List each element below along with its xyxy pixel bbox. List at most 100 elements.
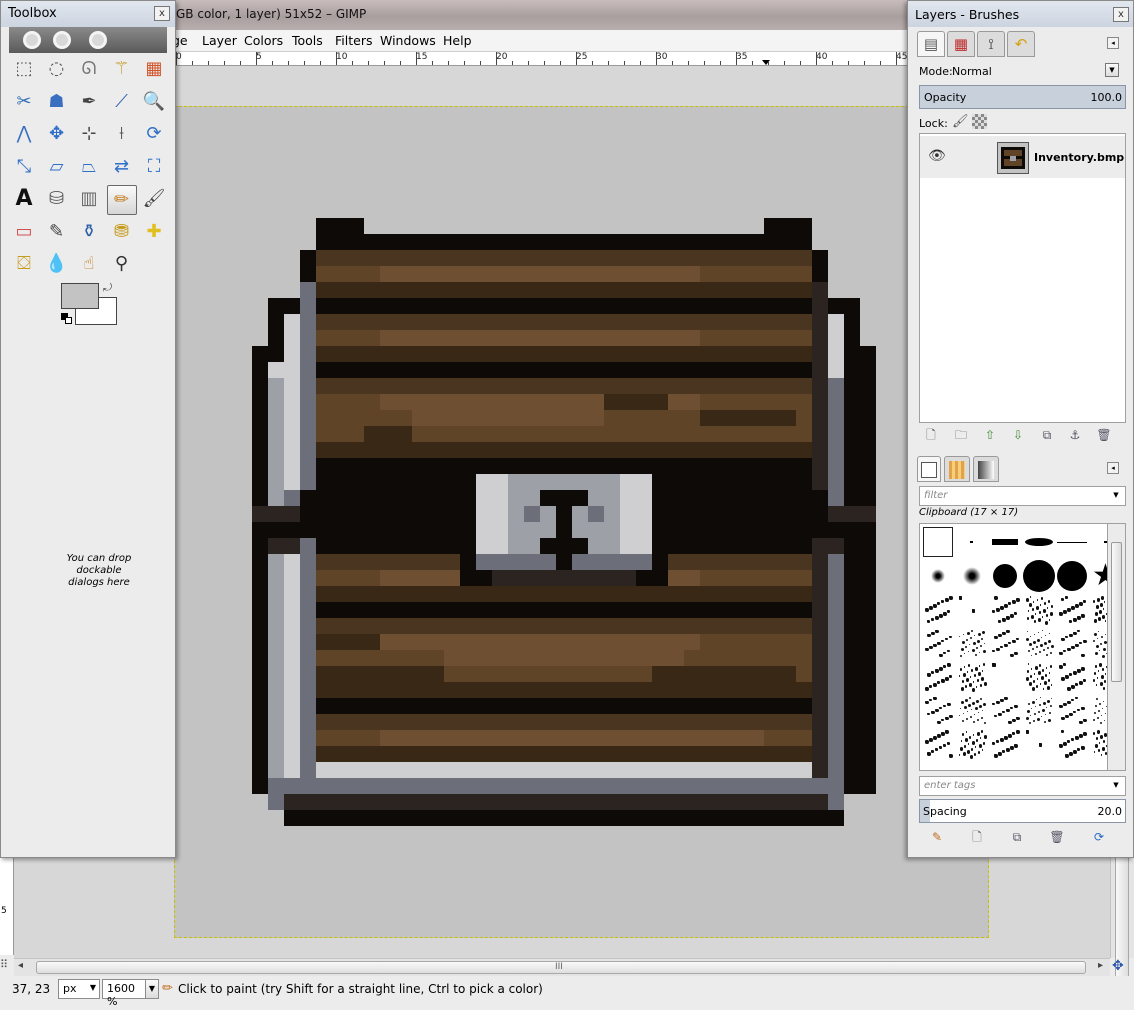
rect-select-tool-icon[interactable]: ⬚ [9, 55, 39, 85]
brush-thumbnail[interactable] [923, 527, 953, 557]
brush-thumbnail[interactable] [923, 594, 953, 624]
new-brush-icon[interactable]: 🗋 [968, 829, 986, 845]
perspective-tool-icon[interactable]: ⏢ [74, 153, 104, 183]
brush-thumbnail[interactable] [923, 628, 953, 658]
tab-menu-icon[interactable]: ◂ [1107, 37, 1119, 49]
swap-colors-icon[interactable]: ⤾ [103, 281, 112, 295]
brush-thumbnail[interactable] [1057, 661, 1087, 691]
pencil-tool-icon[interactable]: ✏ [106, 185, 137, 215]
blend-tool-icon[interactable]: ▥ [74, 185, 104, 215]
eraser-tool-icon[interactable]: ▭ [9, 218, 39, 248]
paths-tool-icon[interactable]: ✒ [74, 88, 104, 118]
horizontal-ruler[interactable]: 0 5 10 15 20 25 30 35 40 45 [172, 52, 908, 66]
menu-colors[interactable]: Colors [244, 33, 283, 48]
heal-tool-icon[interactable]: ✚ [139, 218, 169, 248]
brush-thumbnail[interactable] [1057, 628, 1087, 658]
duplicate-layer-icon[interactable]: ⧉ [1038, 427, 1056, 443]
delete-brush-icon[interactable]: 🗑 [1048, 829, 1066, 845]
fuzzy-select-tool-icon[interactable]: ⚚ [107, 55, 137, 85]
ink-tool-icon[interactable]: ⚱ [74, 218, 104, 248]
brush-thumbnail[interactable] [957, 728, 987, 759]
brush-thumbnail[interactable] [957, 594, 987, 624]
brush-scrollbar-thumb[interactable] [1111, 542, 1122, 682]
paintbrush-tool-icon[interactable]: 🖌 [139, 185, 169, 215]
bucket-fill-tool-icon[interactable]: ⛁ [42, 185, 72, 215]
default-colors-icon[interactable] [61, 313, 73, 325]
brush-thumbnail[interactable] [1091, 661, 1107, 691]
duplicate-brush-icon[interactable]: ⧉ [1008, 829, 1026, 845]
close-icon[interactable]: x [154, 6, 170, 21]
smudge-tool-icon[interactable]: ☝ [74, 250, 104, 280]
edit-brush-icon[interactable]: ✎ [928, 829, 946, 845]
brush-thumbnail[interactable] [990, 527, 1020, 557]
brush-scrollbar[interactable] [1107, 523, 1126, 771]
rotate-tool-icon[interactable]: ⟳ [139, 120, 169, 150]
foreground-color-swatch[interactable] [61, 283, 99, 309]
tab-paths[interactable]: ⟟ [977, 31, 1005, 57]
measure-tool-icon[interactable]: ⋀ [9, 120, 39, 150]
scale-tool-icon[interactable]: ⤡ [9, 153, 39, 183]
brush-thumbnail[interactable] [990, 695, 1020, 725]
brush-thumbnail[interactable] [1057, 594, 1087, 624]
clone-tool-icon[interactable]: ⛃ [107, 218, 137, 248]
mode-select[interactable]: ▼ [1101, 61, 1121, 81]
brush-thumbnail[interactable] [1091, 628, 1107, 658]
tab-gradients[interactable] [973, 456, 999, 482]
brush-thumbnail[interactable] [990, 728, 1020, 758]
airbrush-tool-icon[interactable]: ✎ [42, 218, 72, 248]
menu-filters[interactable]: Filters [335, 33, 372, 48]
brush-thumbnail[interactable] [1024, 527, 1054, 557]
layer-row[interactable]: 👁 Inventory.bmp [920, 136, 1125, 178]
new-layer-group-icon[interactable]: 🗀 [952, 427, 970, 443]
zoom-input[interactable]: 1600 % [102, 979, 146, 1008]
close-icon[interactable]: x [1113, 7, 1129, 22]
toolbox-titlebar[interactable]: Toolbox x [1, 1, 175, 27]
unit-select[interactable]: px ▼ [58, 979, 100, 999]
perspective-clone-tool-icon[interactable]: ⛋ [9, 250, 39, 280]
brush-thumbnail[interactable] [923, 695, 953, 725]
brush-thumbnail[interactable] [957, 628, 987, 658]
brush-thumbnail[interactable] [923, 728, 953, 758]
dock-titlebar[interactable]: Layers - Brushes x [908, 1, 1133, 27]
free-select-tool-icon[interactable]: ᘏ [74, 55, 104, 85]
horizontal-scrollbar-thumb[interactable]: III [36, 961, 1086, 974]
lock-pixels-icon[interactable]: 🖌 [952, 114, 969, 129]
brush-thumbnail[interactable] [923, 561, 953, 591]
brush-thumbnail[interactable] [1057, 560, 1087, 591]
select-by-color-tool-icon[interactable]: ▦ [139, 55, 169, 85]
scroll-right-arrow-icon[interactable]: ▸ [1098, 960, 1103, 971]
zoom-tool-icon[interactable]: 🔍 [139, 88, 169, 118]
menu-help[interactable]: Help [443, 33, 472, 48]
brush-thumbnail[interactable] [1091, 594, 1107, 624]
foreground-select-tool-icon[interactable]: ☗ [42, 88, 72, 118]
tab-layers[interactable]: ▤ [917, 31, 945, 57]
menu-layer[interactable]: Layer [202, 33, 237, 48]
text-tool-icon[interactable]: A [9, 185, 39, 215]
dodge-burn-tool-icon[interactable]: ⚲ [107, 250, 137, 280]
color-picker-tool-icon[interactable]: ⟋ [107, 88, 137, 118]
zoom-dropdown-button[interactable]: ▼ [145, 979, 159, 999]
opacity-slider[interactable]: Opacity 100.0 [919, 85, 1126, 109]
brush-thumbnail[interactable] [957, 661, 987, 692]
spacing-slider[interactable]: Spacing 20.0 [919, 799, 1126, 823]
menu-tools[interactable]: Tools [292, 33, 323, 48]
brush-tags-input[interactable]: enter tags ▼ [919, 776, 1126, 796]
scissors-tool-icon[interactable]: ✂ [9, 88, 39, 118]
navigate-icon[interactable]: ✥ [1112, 958, 1124, 974]
delete-layer-icon[interactable]: 🗑 [1095, 427, 1113, 443]
brush-thumbnail[interactable] [1024, 695, 1054, 725]
brush-thumbnail[interactable] [1091, 527, 1107, 557]
menu-windows[interactable]: Windows [380, 33, 436, 48]
brush-thumbnail[interactable] [1024, 594, 1054, 625]
layer-name[interactable]: Inventory.bmp [1034, 151, 1124, 164]
brush-thumbnail[interactable] [1024, 628, 1054, 658]
scroll-left-arrow-icon[interactable]: ◂ [18, 960, 23, 971]
brush-thumbnail[interactable] [1057, 728, 1087, 758]
brush-thumbnail[interactable] [990, 661, 1020, 691]
new-layer-icon[interactable]: 🗋 [922, 427, 940, 443]
raise-layer-icon[interactable]: ⇧ [981, 427, 999, 443]
blur-tool-icon[interactable]: 💧 [42, 250, 72, 280]
brush-thumbnail[interactable] [990, 594, 1020, 624]
brush-thumbnail[interactable] [990, 628, 1020, 658]
brush-filter-input[interactable]: filter ▼ [919, 486, 1126, 506]
